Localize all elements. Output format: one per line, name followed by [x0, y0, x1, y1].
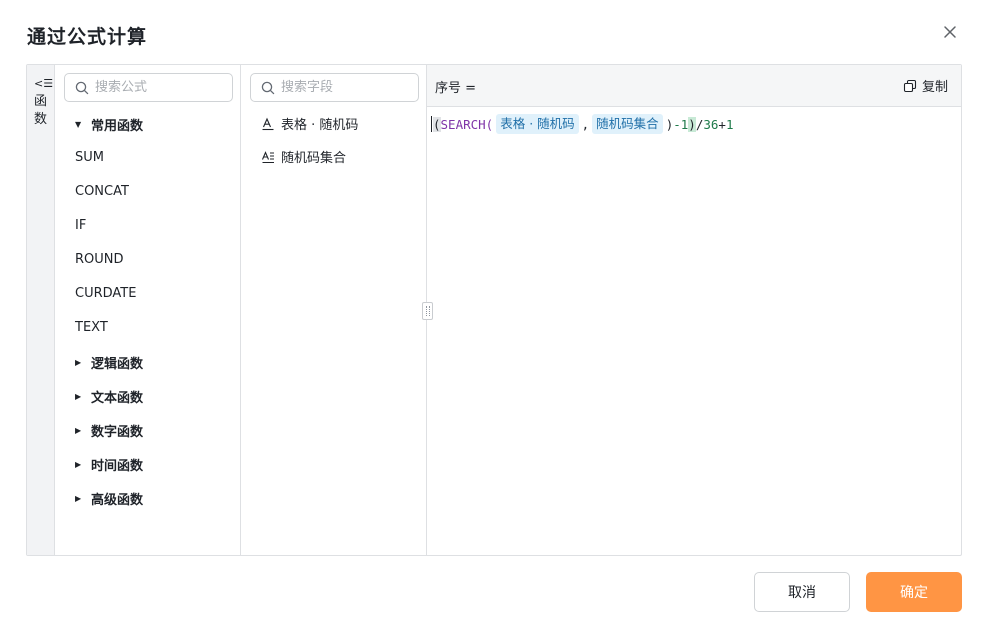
text-field-icon [262, 117, 274, 130]
close-button[interactable] [939, 21, 961, 43]
formula-number: 36 [703, 116, 719, 132]
formula-comma: , [581, 116, 590, 132]
formula-field-chip[interactable]: 表格 · 随机码 [496, 114, 579, 134]
function-search-input[interactable] [95, 77, 225, 98]
caret-right-icon: ▶ [75, 493, 82, 503]
caret-right-icon: ▶ [75, 357, 82, 367]
toggle-label: 函数 [34, 94, 48, 127]
column-resize-handle[interactable] [422, 302, 433, 320]
caret-right-icon: ▶ [75, 459, 82, 469]
function-item-curdate[interactable]: CURDATE [55, 277, 240, 311]
function-item-round[interactable]: ROUND [55, 243, 240, 277]
group-label: 高级函数 [91, 492, 144, 508]
copy-button[interactable]: 复制 [903, 76, 948, 95]
text-cursor [431, 116, 432, 132]
function-item-text[interactable]: TEXT [55, 311, 240, 345]
search-icon [261, 81, 275, 95]
target-field-label: 序号 = [435, 81, 477, 96]
group-label: 文本函数 [91, 390, 144, 406]
field-label: 随机码集合 [281, 151, 347, 166]
confirm-button[interactable]: 确定 [866, 572, 962, 612]
group-number-functions[interactable]: ▶ 数字函数 [55, 413, 240, 447]
formula-function-name: SEARCH( [440, 116, 494, 132]
drag-handle-icon [426, 306, 430, 316]
copy-label: 复制 [921, 80, 948, 95]
function-column: ▼ 常用函数 SUM CONCAT IF ROUND CURDATE TEXT … [55, 65, 241, 555]
field-label: 表格 · 随机码 [281, 118, 359, 133]
formula-close-paren: ) [688, 116, 696, 132]
group-common-functions[interactable]: ▼ 常用函数 [55, 107, 240, 141]
formula-close-call: ) [665, 116, 674, 132]
function-panel-toggle[interactable]: <☰ 函数 [27, 65, 55, 555]
group-logic-functions[interactable]: ▶ 逻辑函数 [55, 345, 240, 379]
function-item-if[interactable]: IF [55, 209, 240, 243]
formula-minus-one: -1 [673, 116, 689, 132]
group-text-functions[interactable]: ▶ 文本函数 [55, 379, 240, 413]
group-time-functions[interactable]: ▶ 时间函数 [55, 447, 240, 481]
function-list: ▼ 常用函数 SUM CONCAT IF ROUND CURDATE TEXT … [55, 107, 240, 515]
field-search-input[interactable] [281, 77, 411, 98]
cancel-button[interactable]: 取消 [754, 572, 850, 612]
formula-panel: <☰ 函数 ▼ 常用函数 SUM CONCAT IF ROUND CURDATE… [26, 64, 962, 556]
function-item-sum[interactable]: SUM [55, 141, 240, 175]
function-item-concat[interactable]: CONCAT [55, 175, 240, 209]
field-list: 表格 · 随机码 随机码集合 [241, 107, 426, 173]
close-icon[interactable] [939, 21, 961, 43]
formula-open-paren: ( [433, 116, 441, 132]
group-advanced-functions[interactable]: ▶ 高级函数 [55, 481, 240, 515]
dialog-title: 通过公式计算 [27, 26, 148, 48]
field-column: 表格 · 随机码 随机码集合 [241, 65, 427, 555]
caret-down-icon: ▼ [75, 119, 82, 129]
formula-field-chip[interactable]: 随机码集合 [592, 114, 663, 134]
formula-divide: / [695, 116, 704, 132]
search-icon [75, 81, 89, 95]
formula-editor: 序号 = 复制 (SEARCH(表格 · 随机码, 随机码集合) -1)/36 +1 [427, 65, 961, 555]
copy-icon [903, 79, 917, 92]
formula-number: 1 [725, 116, 734, 132]
field-item-random-code-set[interactable]: 随机码集合 [241, 140, 426, 173]
editor-header: 序号 = 复制 [427, 65, 961, 107]
function-search-box[interactable] [64, 73, 233, 102]
formula-plus: + [718, 116, 726, 132]
multi-text-field-icon [261, 150, 274, 163]
collapse-left-icon: <☰ [34, 77, 54, 90]
group-label: 数字函数 [91, 424, 144, 440]
group-label: 逻辑函数 [91, 356, 144, 372]
formula-input[interactable]: (SEARCH(表格 · 随机码, 随机码集合) -1)/36 +1 [431, 113, 733, 135]
field-item-table-random-code[interactable]: 表格 · 随机码 [241, 107, 426, 140]
caret-right-icon: ▶ [75, 425, 82, 435]
group-label: 常用函数 [91, 118, 144, 134]
group-label: 时间函数 [91, 458, 144, 474]
caret-right-icon: ▶ [75, 391, 82, 401]
field-search-box[interactable] [250, 73, 419, 102]
